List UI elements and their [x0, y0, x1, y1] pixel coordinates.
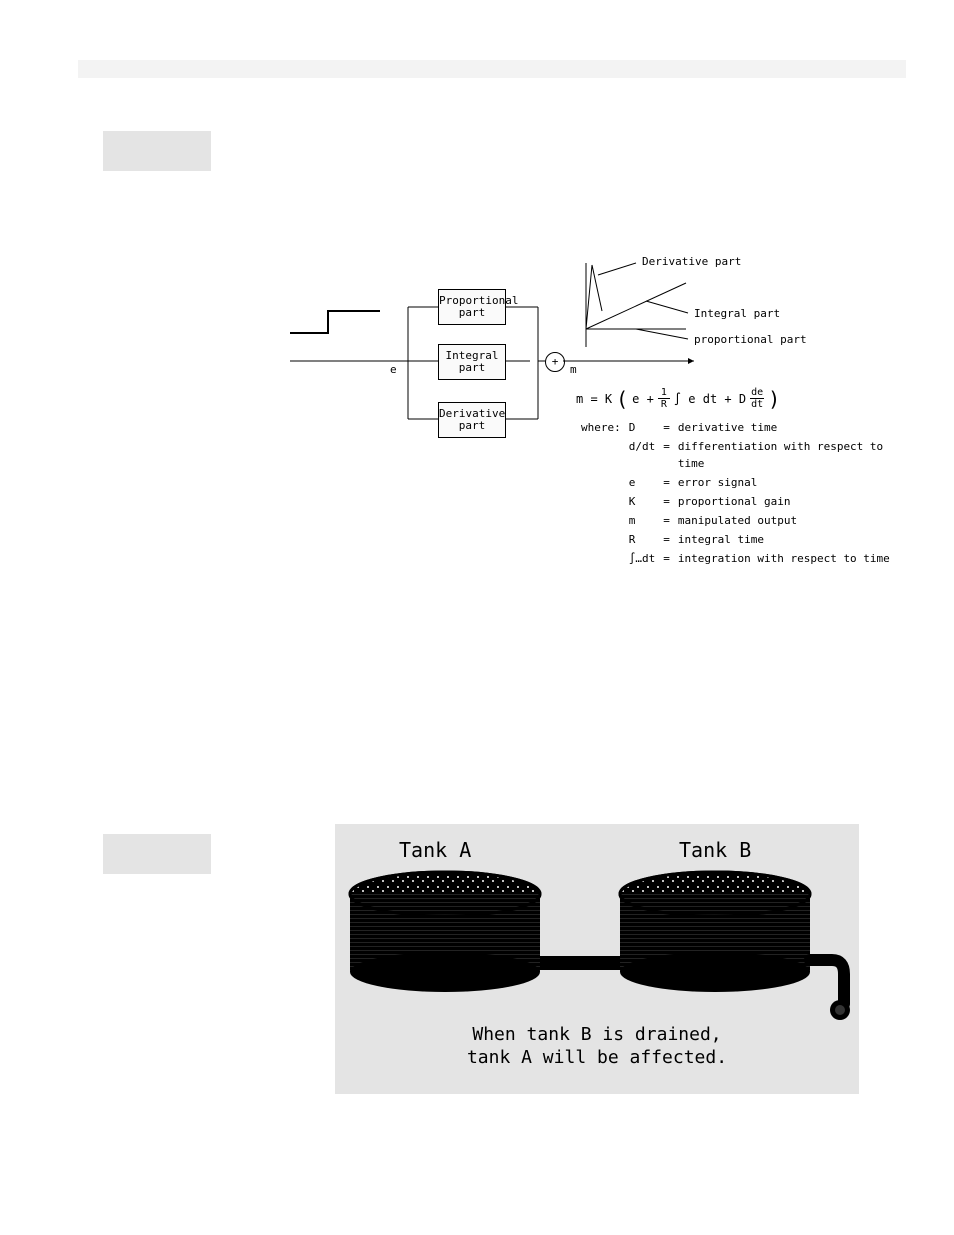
figure-tanks: Tank A Tank B	[335, 824, 859, 1094]
graph-lbl-int: Integral part	[694, 307, 780, 320]
where-4-s: m	[626, 512, 659, 529]
graph-lbl-prop: proportional part	[694, 333, 807, 346]
where-5-s: R	[626, 531, 659, 548]
where-label: where:	[578, 419, 624, 436]
tanks-caption-l2: tank A will be affected.	[335, 1047, 859, 1070]
eq-e: e +	[632, 392, 654, 406]
label-e: e	[390, 363, 397, 376]
box-int-l2: part	[439, 362, 505, 374]
where-block: where: D= derivative time d/dt= differen…	[576, 417, 900, 569]
where-2-s: e	[626, 474, 659, 491]
graph-lbl-deriv: Derivative part	[642, 255, 741, 268]
where-0-s: D	[626, 419, 659, 436]
where-3-s: K	[626, 493, 659, 510]
summing-junction-icon: +	[545, 352, 565, 372]
where-1-d: differentiation with respect to time	[675, 438, 898, 472]
box-der-l2: part	[439, 420, 505, 432]
label-m: m	[570, 363, 577, 376]
where-6-s: ∫…dt	[626, 550, 659, 567]
eq-1: 1	[661, 387, 667, 398]
tanks-caption-l1: When tank B is drained,	[335, 1024, 859, 1047]
callout-box-a	[103, 131, 211, 171]
figure-pid-diagram: e Proportional part Integral part Deriva…	[290, 259, 900, 575]
box-prop-l2: part	[439, 307, 505, 319]
where-5-d: integral time	[675, 531, 898, 548]
box-proportional: Proportional part	[438, 289, 506, 325]
box-derivative: Derivative part	[438, 402, 506, 438]
where-2-d: error signal	[675, 474, 898, 491]
callout-box-b	[103, 834, 211, 874]
where-1-s: d/dt	[626, 438, 659, 472]
eq-dt: dt	[751, 399, 763, 410]
eq-R: R	[661, 399, 667, 410]
where-0-d: derivative time	[675, 419, 898, 436]
tanks-caption: When tank B is drained, tank A will be a…	[335, 1024, 859, 1069]
eq-int: ∫ e dt + D	[674, 392, 746, 406]
eq-de: de	[751, 387, 763, 398]
where-4-d: manipulated output	[675, 512, 898, 529]
tanks-illustration-icon	[335, 864, 859, 1024]
where-3-d: proportional gain	[675, 493, 898, 510]
label-tank-a: Tank A	[399, 838, 471, 862]
top-rule	[78, 60, 906, 78]
page: e Proportional part Integral part Deriva…	[0, 0, 954, 1235]
response-graph-icon	[576, 259, 706, 359]
label-tank-b: Tank B	[679, 838, 751, 862]
where-6-d: integration with respect to time	[675, 550, 898, 567]
eq-mk: m = K	[576, 392, 612, 406]
box-integral: Integral part	[438, 344, 506, 380]
equation: m = K ( e + 1 R ∫ e dt + D de dt )	[576, 387, 780, 410]
